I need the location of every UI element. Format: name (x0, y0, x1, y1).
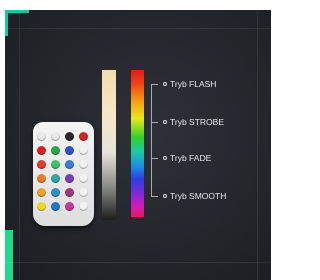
image-frame: Tryb FLASH Tryb STROBE Tryb FADE Tryb SM… (0, 0, 271, 280)
remote-button (79, 160, 88, 169)
remote-button (79, 202, 88, 211)
label-dot-icon (163, 194, 167, 198)
label-bracket-line (151, 84, 152, 197)
remote-button (37, 132, 46, 141)
remote-button (65, 188, 74, 197)
decor-line (5, 28, 271, 29)
label-tick (151, 158, 158, 159)
remote-button (37, 202, 46, 211)
decor-line (19, 10, 20, 280)
mode-label-strobe: Tryb STROBE (170, 117, 224, 127)
mode-label-flash: Tryb FLASH (170, 79, 217, 89)
mode-label-smooth: Tryb SMOOTH (170, 191, 227, 201)
rgb-led-strip (131, 70, 144, 217)
decor-line (257, 10, 258, 280)
label-dot-icon (163, 120, 167, 124)
remote-button (37, 146, 46, 155)
remote-button (37, 188, 46, 197)
mode-label-fade: Tryb FADE (170, 153, 212, 163)
remote-button (37, 160, 46, 169)
remote-button (51, 132, 60, 141)
remote-button (51, 146, 60, 155)
label-tick (151, 84, 158, 85)
label-dot-icon (163, 156, 167, 160)
label-dot-icon (163, 82, 167, 86)
remote-button (79, 132, 88, 141)
remote-button (65, 202, 74, 211)
accent-line-bottom (5, 230, 13, 280)
label-tick (151, 196, 158, 197)
remote-button (79, 174, 88, 183)
remote-button (51, 160, 60, 169)
label-tick (151, 122, 158, 123)
remote-button (79, 188, 88, 197)
accent-line-top (5, 10, 29, 13)
remote-button (65, 174, 74, 183)
accent-line-left (5, 10, 8, 36)
remote-button (79, 146, 88, 155)
remote-button (65, 160, 74, 169)
remote-button (51, 188, 60, 197)
remote-button (65, 132, 74, 141)
remote-button (51, 174, 60, 183)
remote-button (65, 146, 74, 155)
warm-white-led-strip (102, 70, 116, 220)
remote-control (33, 122, 94, 226)
remote-button (37, 174, 46, 183)
decor-line (5, 262, 271, 263)
remote-button (51, 202, 60, 211)
